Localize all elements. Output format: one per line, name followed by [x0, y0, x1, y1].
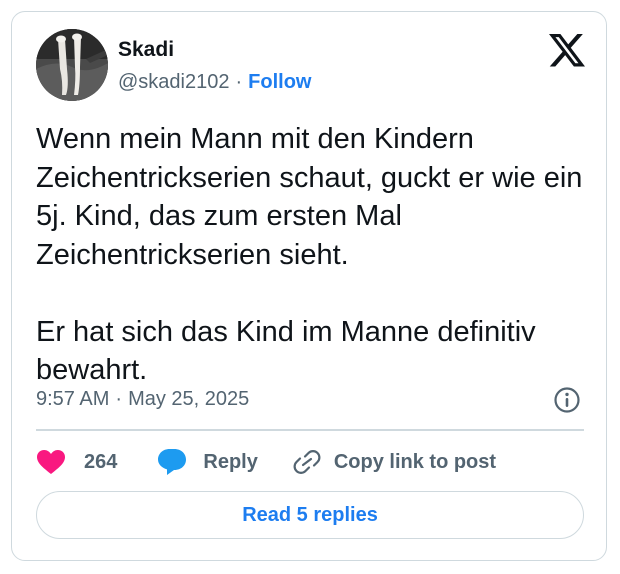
read-replies-label: Read 5 replies — [242, 503, 378, 526]
reply-label: Reply — [203, 450, 258, 473]
post-paragraph: Wenn mein Mann mit den Kindern Zeichentr… — [36, 123, 583, 271]
embedded-post-card: Skadi @skadi2102 · Follow Wenn mein Mann m… — [11, 11, 607, 561]
divider — [36, 429, 584, 431]
author-handle[interactable]: @skadi2102 — [118, 71, 229, 93]
author-display-name[interactable]: Skadi — [118, 38, 174, 62]
post-timestamp[interactable]: 9:57 AM · May 25, 2025 — [36, 388, 249, 411]
post-paragraph: Er hat sich das Kind im Manne definitiv … — [36, 315, 536, 387]
author-handle-row: @skadi2102 · Follow — [118, 71, 311, 94]
read-replies-button[interactable]: Read 5 replies — [36, 491, 584, 539]
heart-icon — [37, 450, 65, 474]
avatar[interactable] — [36, 29, 108, 101]
reply-button[interactable]: Reply — [157, 448, 258, 476]
follow-link[interactable]: Follow — [248, 71, 311, 93]
copy-link-label: Copy link to post — [333, 450, 497, 473]
post-time: 9:57 AM — [36, 388, 110, 410]
like-button[interactable]: 264 — [36, 449, 117, 475]
handle-separator: · — [235, 71, 243, 93]
copy-link-button[interactable]: Copy link to post — [292, 448, 496, 476]
link-icon — [293, 450, 321, 474]
timestamp-separator: · — [115, 388, 123, 410]
speech-bubble-icon — [158, 449, 187, 475]
x-logo-icon[interactable] — [549, 34, 585, 67]
avatar-image — [36, 29, 108, 101]
post-actions: 264 Reply Copy link to post — [36, 444, 496, 480]
info-icon[interactable] — [553, 386, 581, 414]
like-count: 264 — [84, 450, 118, 473]
post-date: May 25, 2025 — [128, 388, 250, 410]
post-text: Wenn mein Mann mit den Kindern Zeichentr… — [36, 120, 584, 390]
